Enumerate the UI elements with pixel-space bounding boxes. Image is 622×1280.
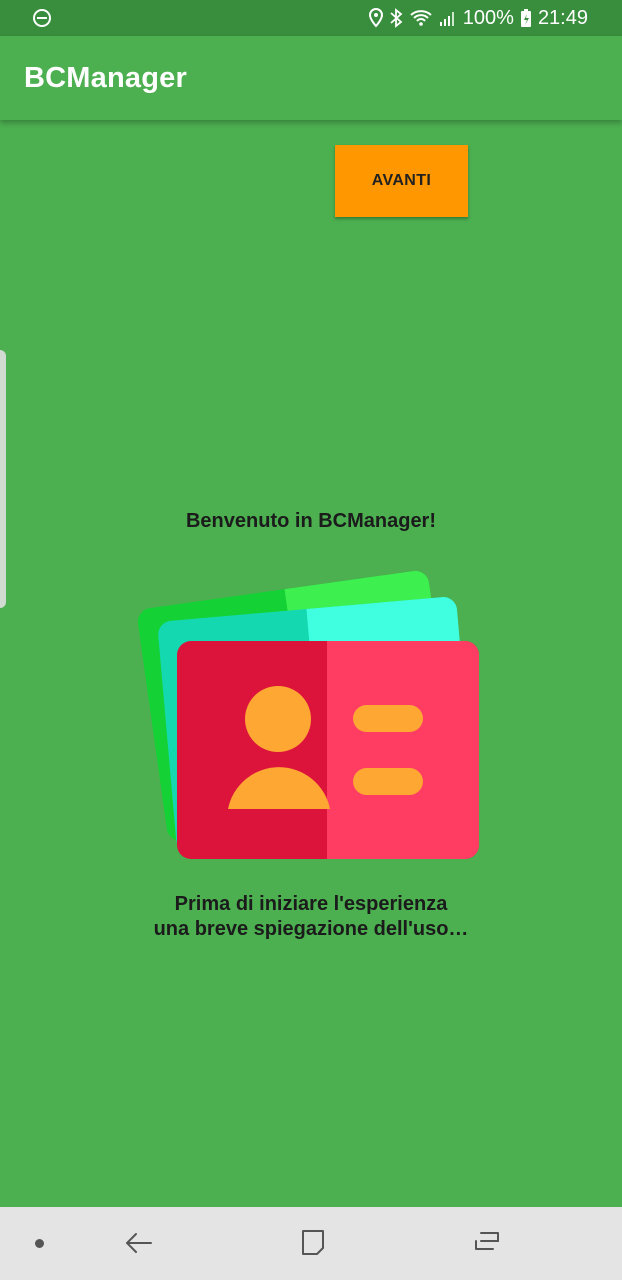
signal-icon — [439, 12, 454, 26]
recents-icon[interactable] — [473, 1229, 501, 1257]
wifi-icon — [410, 10, 432, 26]
bluetooth-icon — [390, 8, 403, 28]
battery-charging-icon — [520, 9, 531, 27]
intro-text: Prima di iniziare l'esperienza una breve… — [0, 892, 622, 942]
next-button[interactable]: AVANTI — [335, 145, 468, 217]
battery-percent: 100% — [462, 6, 514, 29]
intro-line-2: una breve spiegazione dell'uso… — [153, 918, 469, 940]
do-not-disturb-icon — [33, 9, 51, 27]
business-card-stack-icon — [136, 569, 479, 859]
location-icon — [368, 8, 383, 28]
clock: 21:49 — [537, 6, 588, 29]
home-icon[interactable] — [299, 1229, 327, 1257]
intro-line-1: Prima di iniziare l'esperienza — [174, 893, 448, 915]
recent-dot-icon[interactable] — [35, 1239, 44, 1248]
app-bar: BCManager — [0, 36, 622, 120]
app-title: BCManager — [24, 62, 187, 94]
edge-panel-handle[interactable] — [0, 350, 6, 608]
status-bar: 100% 21:49 — [0, 0, 622, 36]
welcome-heading: Benvenuto in BCManager! — [185, 510, 437, 532]
back-icon[interactable] — [125, 1229, 153, 1257]
